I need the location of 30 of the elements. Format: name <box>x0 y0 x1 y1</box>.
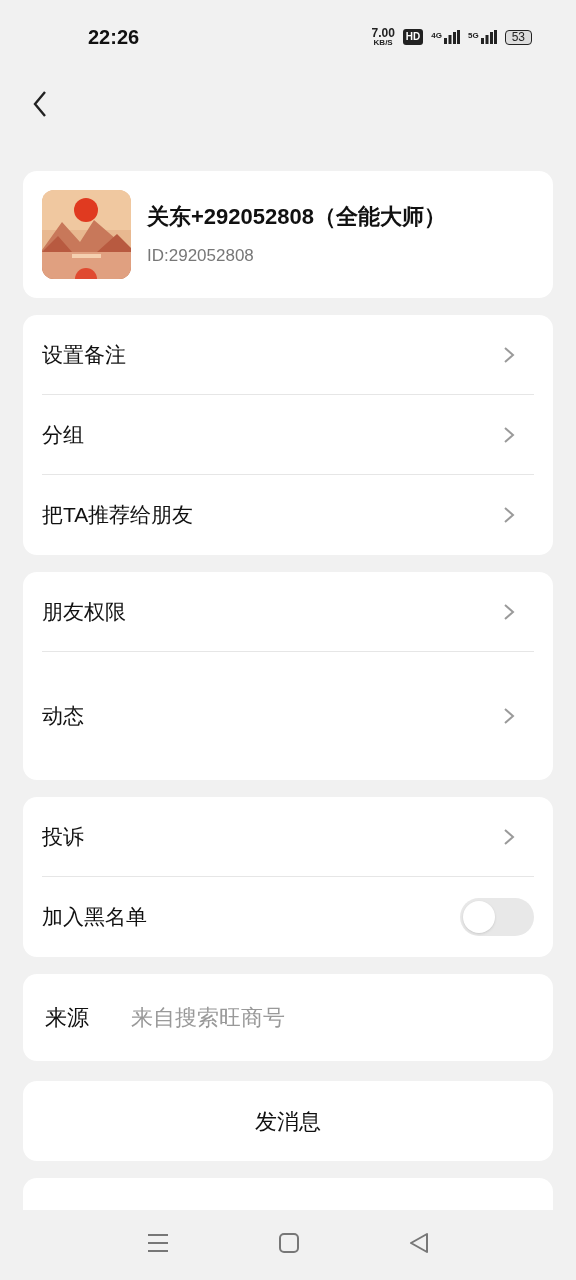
home-icon[interactable] <box>279 1233 299 1253</box>
chevron-icon <box>503 827 515 846</box>
contact-id: ID:292052808 <box>147 245 255 268</box>
settings-row[interactable]: 投诉 <box>42 797 534 877</box>
network-label: 5G <box>467 30 479 42</box>
chevron-icon <box>503 707 515 725</box>
settings-row[interactable]: 把TA推荐给朋友 <box>42 475 534 555</box>
source-label: 来源 <box>45 1004 89 1032</box>
source-value: 来自搜索旺商号 <box>131 1004 285 1032</box>
settings-row[interactable]: 加入黑名单 <box>42 877 534 957</box>
toggle-switch[interactable] <box>460 898 534 936</box>
menu-icon[interactable] <box>147 1233 169 1253</box>
contact-name: 关东+292052808（全能大师） <box>147 203 446 232</box>
settings-row[interactable]: 动态 <box>42 652 534 780</box>
settings-row[interactable]: 分组 <box>42 395 534 475</box>
chevron-icon <box>503 345 515 364</box>
hd-badge: HD <box>402 29 424 45</box>
signal-icon <box>480 30 497 44</box>
settings-row[interactable]: 朋友权限 <box>42 572 534 652</box>
clock: 22:26 <box>88 25 140 50</box>
settings-row[interactable]: 设置备注 <box>42 315 534 395</box>
battery-indicator: 53 <box>504 29 532 45</box>
network-speed: 7.00 KB/S <box>371 27 395 47</box>
chevron-icon <box>503 602 515 621</box>
back-icon[interactable] <box>409 1233 429 1253</box>
signal-icon <box>443 30 460 44</box>
chevron-icon <box>503 425 515 444</box>
chevron-icon <box>503 506 515 524</box>
send-message-button[interactable]: 发消息 <box>23 1081 553 1161</box>
network-label: 4G <box>431 30 442 42</box>
